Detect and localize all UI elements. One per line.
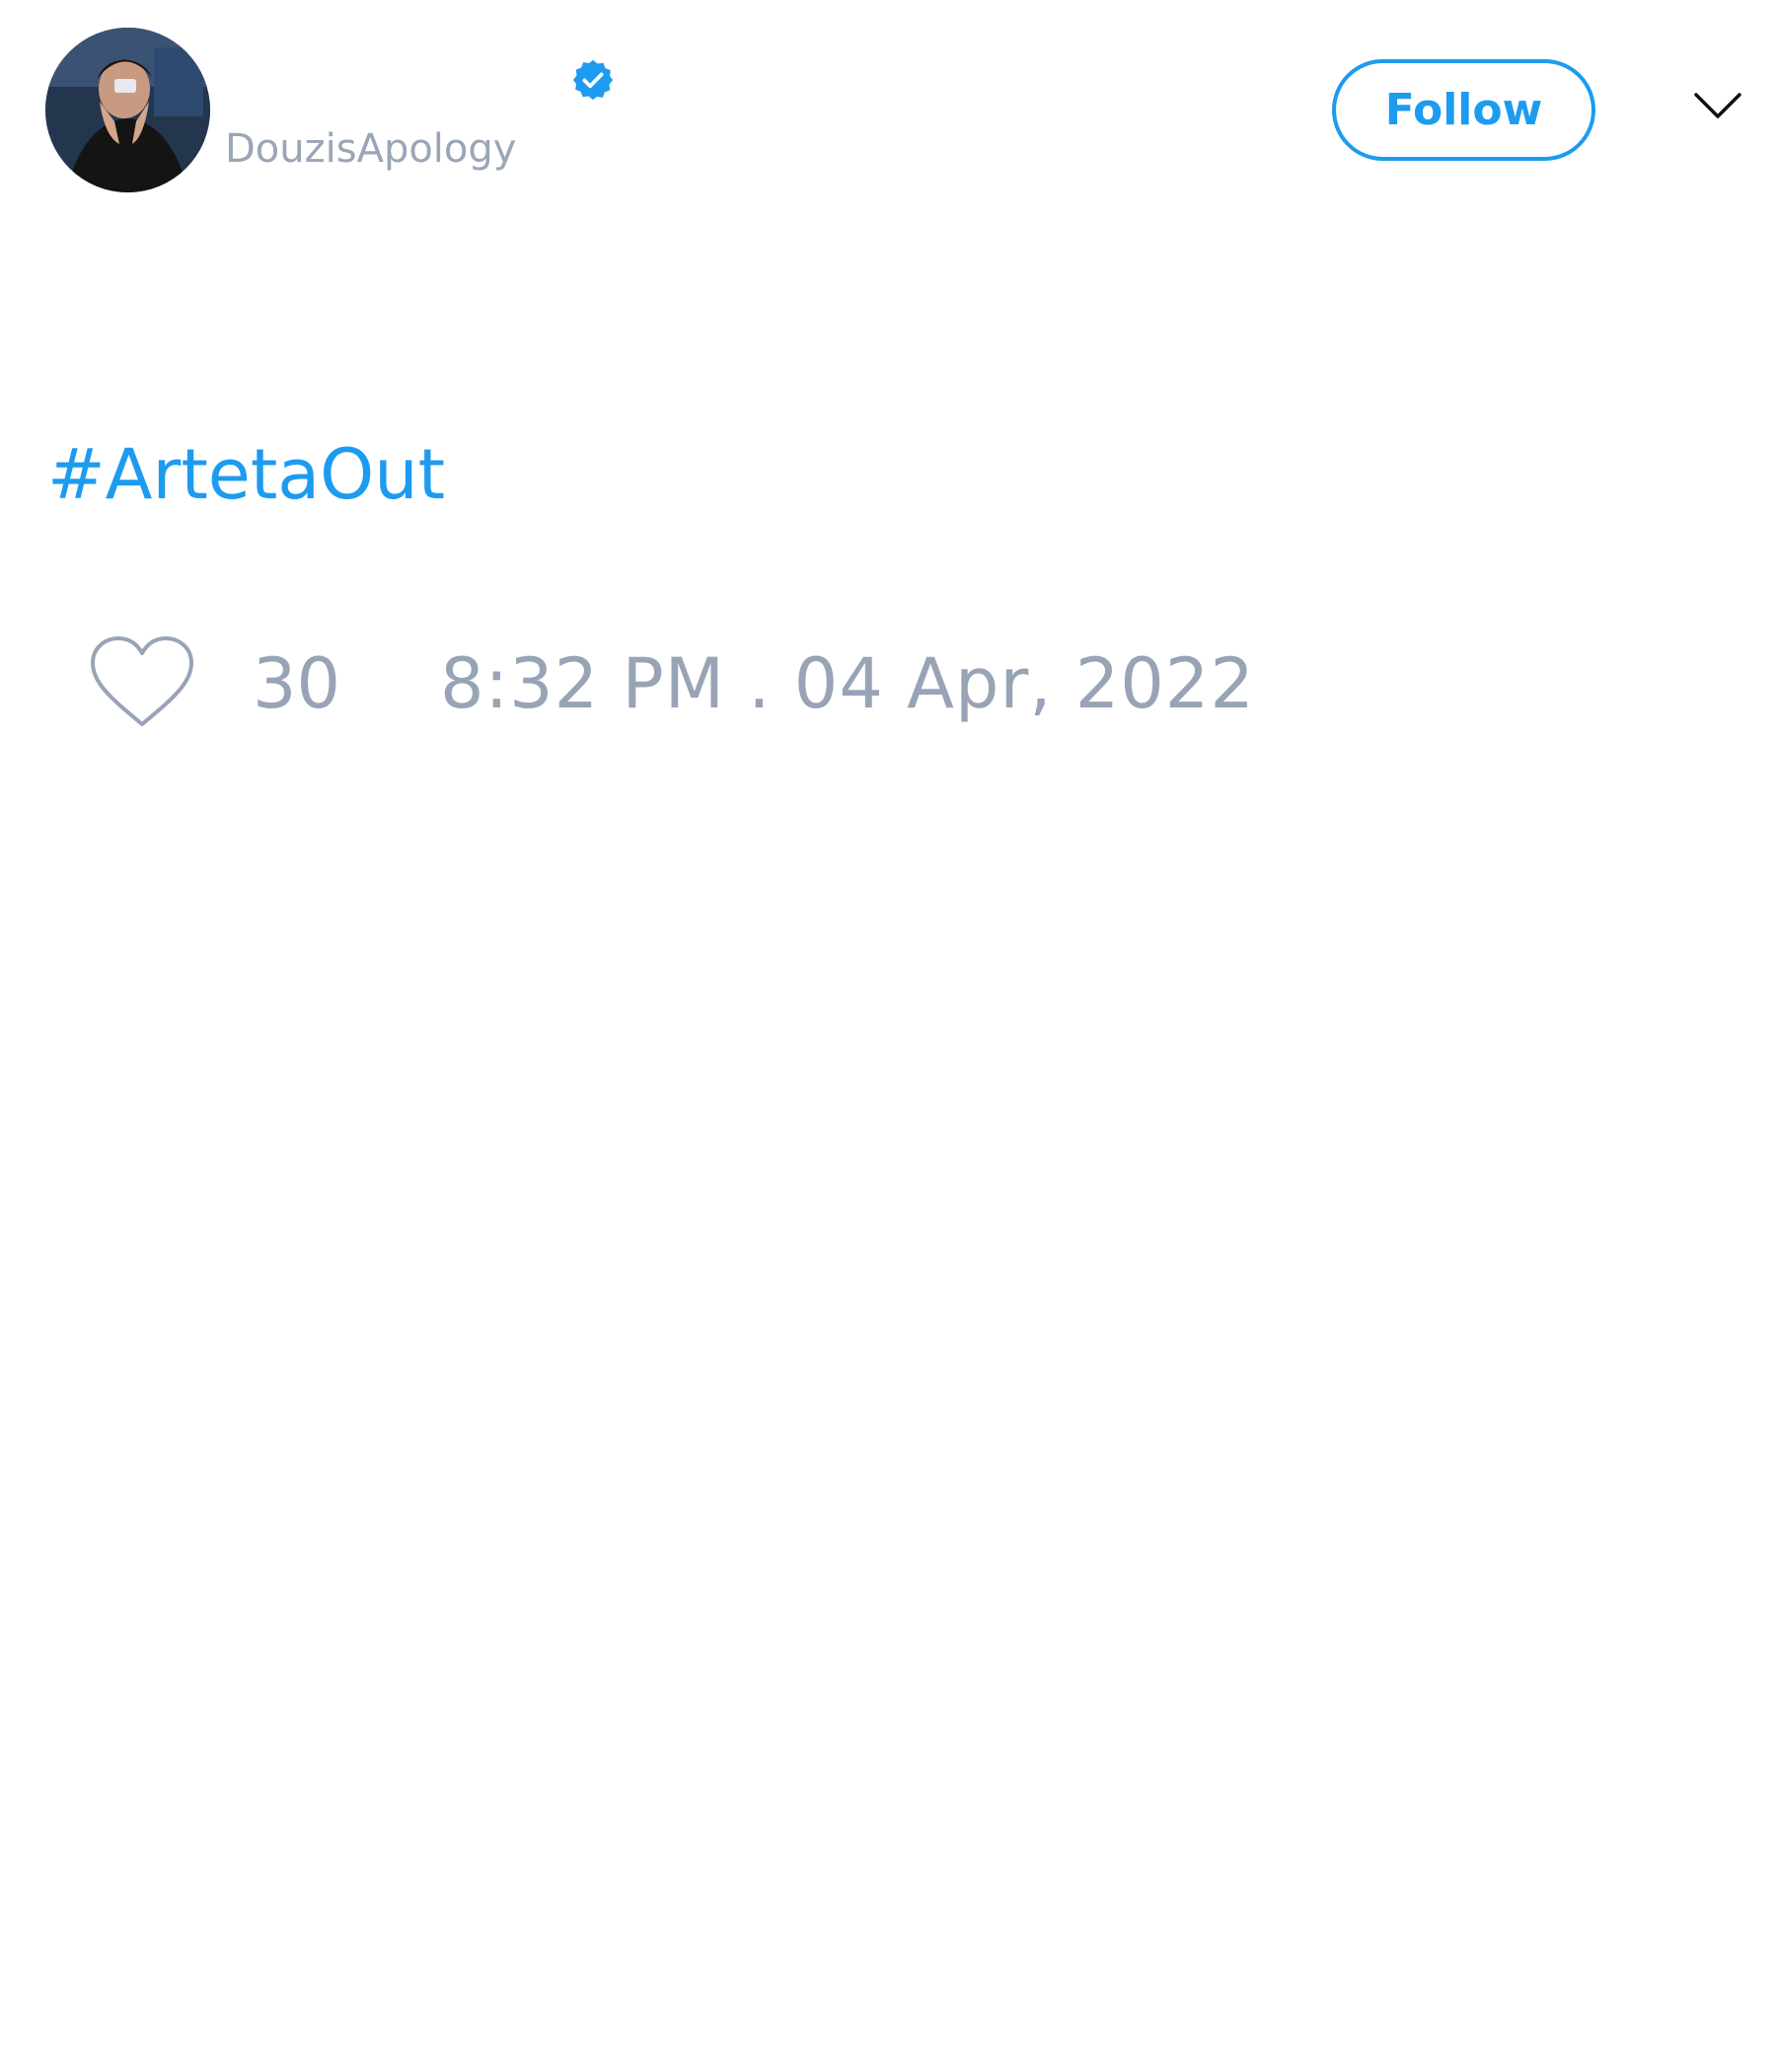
follow-button[interactable]: Follow <box>1332 59 1595 161</box>
like-count: 30 <box>253 643 341 724</box>
hashtag-link[interactable]: #ArtetaOut <box>47 434 445 515</box>
tweet-timestamp[interactable]: 8:32 PM . 04 Apr, 2022 <box>440 643 1255 724</box>
chevron-down-icon[interactable] <box>1693 91 1742 120</box>
author-handle[interactable]: DouzisApology <box>225 126 516 172</box>
verified-badge-icon <box>572 59 614 101</box>
avatar[interactable] <box>45 28 210 192</box>
heart-outline-icon[interactable] <box>89 635 195 730</box>
avatar-image <box>45 28 210 192</box>
